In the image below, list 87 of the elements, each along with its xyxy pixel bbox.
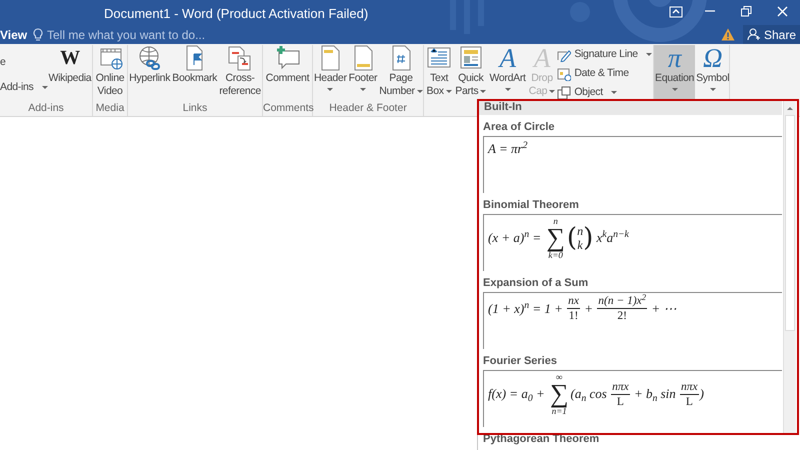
equation-text: + b$_{n}$ sin (632, 385, 677, 404)
ribbon-button[interactable]: A WordArt (488, 45, 527, 99)
parenthesis: ( (566, 223, 578, 253)
ribbon-button[interactable]: W Wikipedia (48, 45, 92, 99)
window-title: Document1 - Word (Product Activation Failed) (104, 5, 368, 23)
glyph-icon: A (499, 45, 516, 72)
gallery-item-title: Fourier Series (482, 354, 558, 369)
scrollbar[interactable] (783, 101, 796, 433)
caret-icon (327, 88, 334, 91)
denominator: 2! (616, 309, 628, 323)
caret-icon (710, 88, 716, 91)
caret-icon (610, 91, 617, 94)
close-icon (777, 6, 788, 17)
numerator: nx (567, 294, 580, 308)
denominator: 1! (568, 309, 580, 323)
equation-text: + (583, 300, 594, 318)
small-ribbon-icon (557, 86, 572, 100)
lightbulb-icon (33, 28, 43, 42)
ribbon-tab[interactable]: View (0, 26, 28, 44)
ribbon-button[interactable]: Comment (264, 45, 310, 99)
ribbon-button[interactable]: Signature Line (557, 46, 652, 63)
numerator: nπx (611, 380, 630, 394)
equation-text: f(x) = a$_{0}$ + (488, 385, 546, 404)
binomial-bottom: k (577, 238, 583, 252)
parenthesis: ) (583, 223, 594, 253)
ribbon-button[interactable]: π Equation (654, 45, 696, 99)
tell-me-field[interactable]: Tell me what you want to do... (33, 26, 206, 44)
caret-icon (360, 88, 366, 91)
denominator: L (684, 394, 694, 408)
ribbon-button[interactable]: Bookmark (171, 45, 218, 99)
caret-icon (672, 88, 678, 91)
sum-symbol: ∑ (550, 382, 569, 406)
equation-text: (a$_{n}$ cos (570, 385, 608, 404)
ribbon-button[interactable]: Object (557, 84, 652, 101)
ribbon-button[interactable]: Online Video (94, 45, 126, 99)
share-button[interactable]: Share (743, 25, 800, 44)
equation-text: A = πr$^{2}$ (488, 139, 528, 158)
equation-text: (1 + x)$^{n}$ = 1 + (488, 298, 564, 318)
sum-lower-limit: n=1 (552, 406, 567, 416)
group-label: Media (94, 101, 126, 116)
binomial-top: n (577, 224, 584, 238)
ribbon-button[interactable]: Quick Parts (454, 45, 488, 99)
ribbon-button[interactable]: Footer (348, 45, 378, 99)
small-ribbon-icon (557, 48, 572, 62)
ribbon-button[interactable]: Text Box (425, 45, 454, 99)
ribbon-button[interactable]: Ω Symbol (695, 45, 730, 99)
ribbon-button[interactable]: e (0, 54, 48, 71)
sum-upper-limit: ∞ (556, 372, 562, 382)
caret-icon (446, 90, 452, 93)
ribbon-button[interactable]: Page Number (378, 45, 424, 99)
equation-preview[interactable]: A = πr$^{2}$ (483, 136, 782, 193)
gallery-item-title: Pythagorean Theorem (482, 432, 600, 447)
ribbon-display-icon (669, 6, 683, 18)
equation-text: x$^{k}$a$^{n−k}$ (595, 228, 629, 248)
ribbon-button[interactable]: Add-ins (0, 79, 48, 96)
ribbon-button[interactable]: Cross- reference (218, 45, 262, 99)
caret-icon (480, 90, 486, 93)
ribbon-button[interactable]: Hyperlink (128, 45, 172, 99)
sum-lower-limit: k=0 (548, 250, 563, 260)
sum-symbol: ∑ (546, 226, 565, 250)
sum-upper-limit: n (553, 216, 558, 226)
glyph-icon: Ω (703, 45, 722, 72)
restore-icon (741, 6, 752, 17)
equation-text: + ⋯ (650, 300, 676, 318)
person-icon (747, 28, 760, 41)
numerator: n(n − 1)x$^{2}$ (597, 294, 648, 308)
gallery-item-title: Expansion of a Sum (482, 276, 590, 291)
ribbon-button[interactable]: Date & Time (557, 65, 652, 82)
glyph-icon: W (60, 45, 80, 72)
caret-icon (42, 86, 48, 89)
numerator: nπx (680, 380, 699, 394)
gallery-item-title: Binomial Theorem (482, 198, 580, 213)
warning-icon (721, 28, 735, 41)
caret-icon (416, 90, 423, 93)
equation-text: (x + a)$^{n}$ = (488, 228, 542, 248)
gallery-item-title: Area of Circle (482, 120, 556, 135)
scrollbar-thumb[interactable] (785, 115, 795, 331)
small-ribbon-icon (557, 66, 572, 80)
group-label: Comments (263, 101, 312, 116)
caret-icon (504, 88, 511, 91)
denominator: L (616, 394, 625, 408)
group-label: Add-ins (27, 101, 65, 116)
glyph-icon: π (668, 45, 682, 72)
group-label: Links (182, 101, 208, 116)
equation-text: ) (700, 385, 704, 404)
group-label: Header & Footer (328, 101, 408, 116)
ribbon-button[interactable]: Header (313, 45, 348, 99)
